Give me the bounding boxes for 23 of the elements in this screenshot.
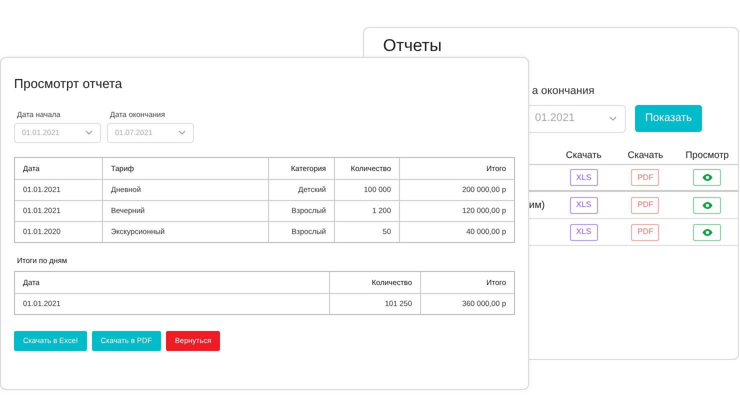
chevron-down-icon	[85, 130, 93, 136]
xls-button[interactable]: XLS	[570, 169, 598, 186]
chevron-down-icon	[178, 130, 186, 136]
eye-icon	[702, 228, 713, 236]
xls-button[interactable]: XLS	[570, 224, 598, 240]
column-header: Скачать	[628, 150, 664, 160]
window-title: Просмотрт отчета	[14, 75, 124, 93]
view-button[interactable]	[693, 196, 722, 214]
show-button[interactable]: Показать	[635, 105, 702, 132]
chevron-down-icon	[609, 116, 617, 121]
pdf-button[interactable]: PDF	[631, 169, 660, 186]
pdf-button[interactable]: PDF	[631, 196, 660, 214]
view-button[interactable]	[693, 224, 722, 240]
report-name: им)	[529, 200, 545, 210]
xls-button[interactable]: XLS	[570, 196, 598, 214]
window-title: Отчеты	[383, 36, 442, 56]
column-header: Просмотр	[685, 150, 729, 160]
view-button[interactable]	[693, 169, 722, 186]
pdf-button[interactable]: PDF	[631, 224, 660, 240]
field-label: а окончания	[532, 84, 596, 99]
eye-icon	[702, 174, 713, 181]
eye-icon	[702, 202, 713, 208]
column-header: Скачать	[566, 150, 602, 160]
